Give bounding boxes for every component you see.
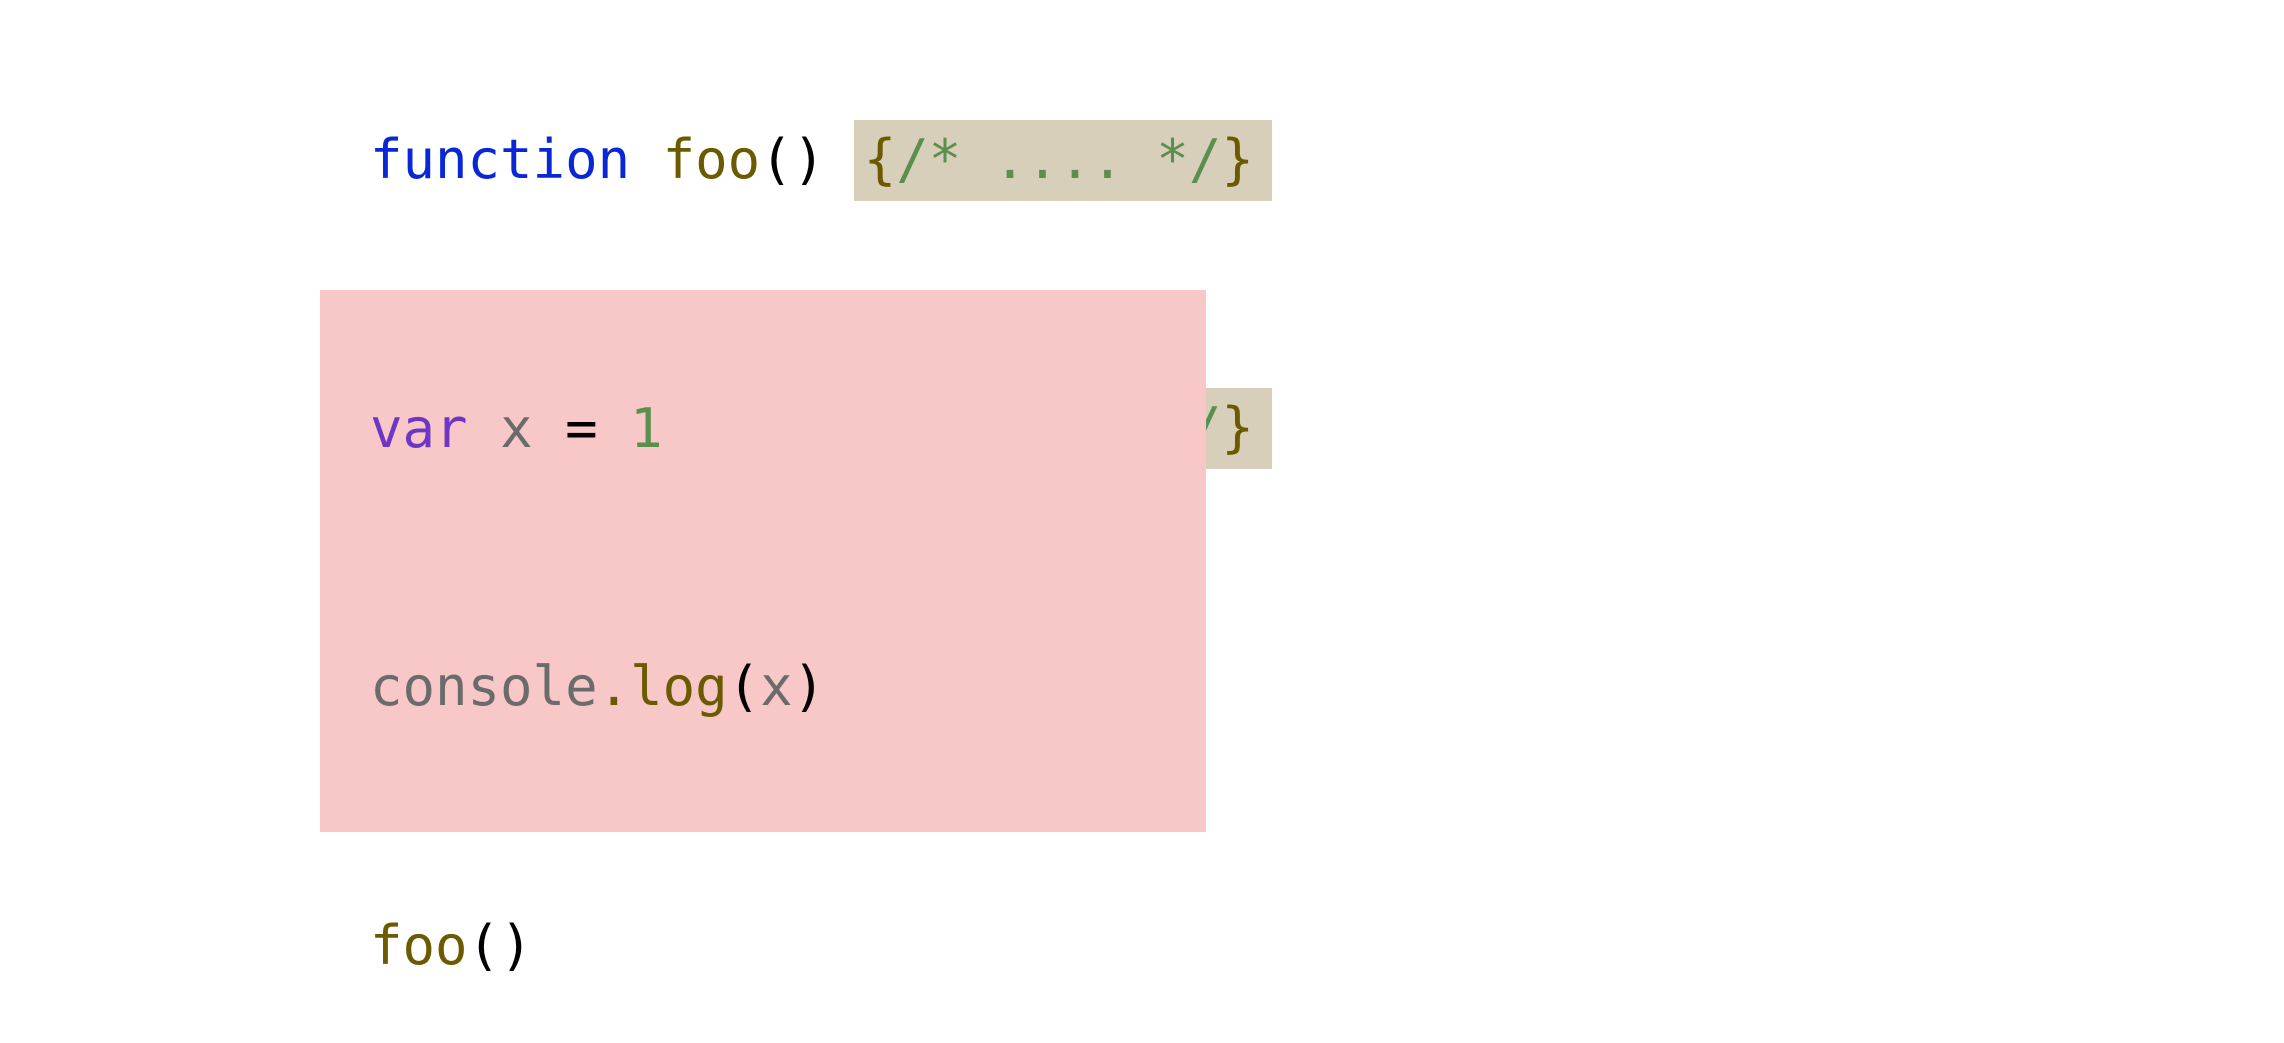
function-name-foo: foo <box>663 128 761 191</box>
brace-open: { <box>864 128 897 191</box>
highlighted-block: var x = 1 console.log(x) foo() <box>320 290 1206 832</box>
paren-open: ( <box>728 655 761 718</box>
identifier-console: console <box>370 655 598 718</box>
number-literal: 1 <box>630 397 663 460</box>
space <box>598 397 631 460</box>
parens: () <box>468 914 533 977</box>
space <box>630 128 663 191</box>
keyword-function: function <box>370 128 630 191</box>
brace-close: } <box>1221 128 1254 191</box>
argument-x: x <box>760 655 793 718</box>
dot: . <box>598 655 631 718</box>
code-snippet: function foo() {/* .... */} function bar… <box>0 0 2284 534</box>
code-line-4: console.log(x) <box>370 590 1156 784</box>
paren-close: ) <box>793 655 826 718</box>
space <box>468 397 501 460</box>
folded-block[interactable]: {/* .... */} <box>854 120 1272 201</box>
brace-close: } <box>1221 396 1254 459</box>
method-log: log <box>630 655 728 718</box>
code-line-1: function foo() {/* .... */} <box>370 55 2284 265</box>
identifier-x: x <box>500 397 533 460</box>
space <box>533 397 566 460</box>
parens: () <box>760 128 825 191</box>
operator-assign: = <box>565 397 598 460</box>
code-line-3: var x = 1 <box>370 332 1156 526</box>
keyword-var: var <box>370 397 468 460</box>
call-foo: foo <box>370 914 468 977</box>
fold-comment: /* .... */ <box>896 128 1221 191</box>
code-line-5: foo() <box>370 849 1156 1043</box>
